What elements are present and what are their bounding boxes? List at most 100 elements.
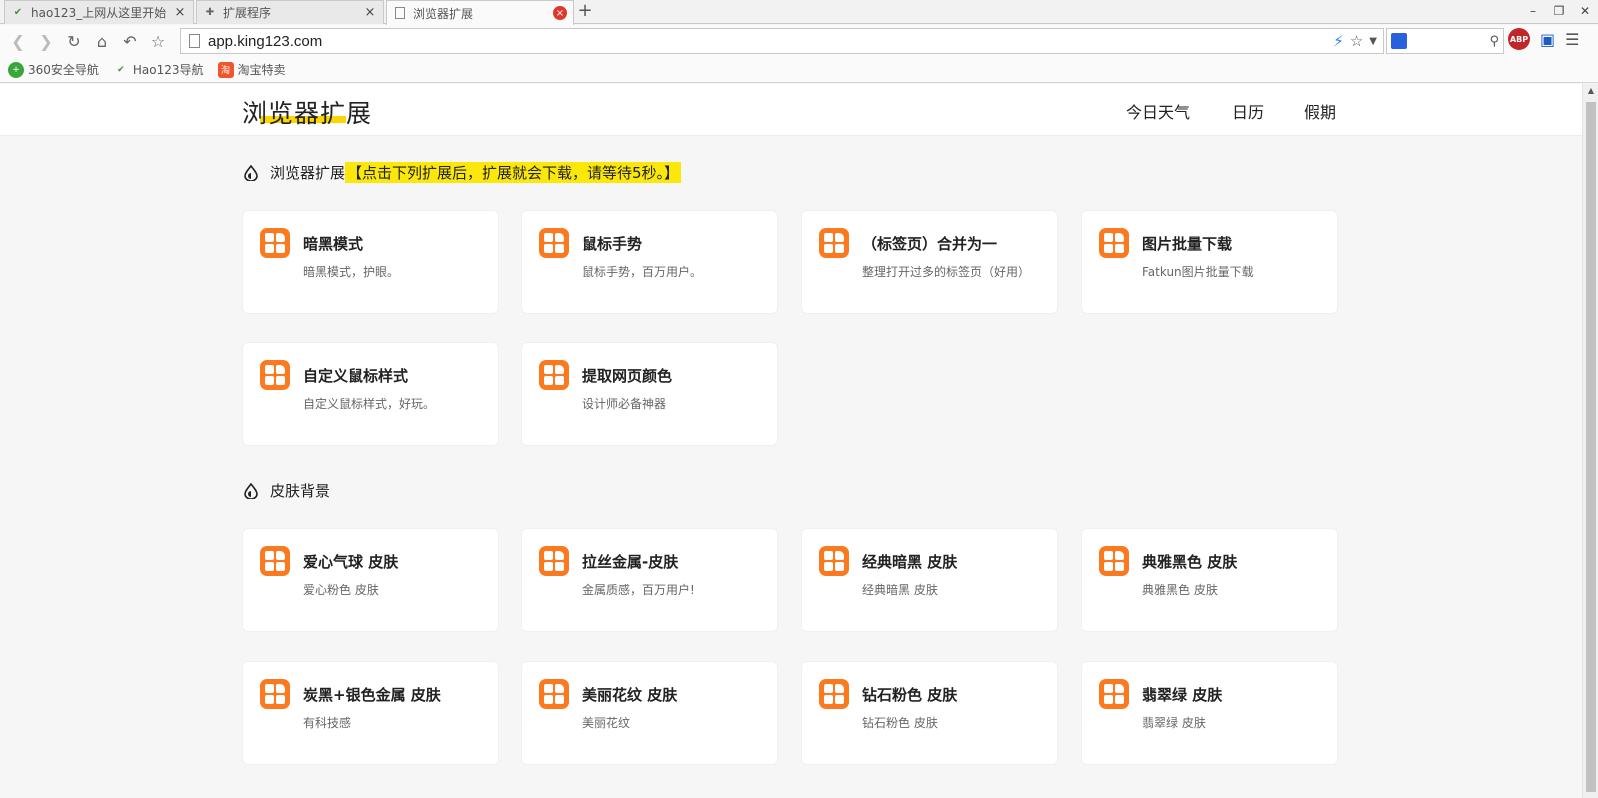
page-icon bbox=[189, 34, 200, 48]
extension-card[interactable]: 钻石粉色 皮肤 钻石粉色 皮肤 bbox=[801, 661, 1058, 765]
card-title: 图片批量下载 bbox=[1142, 235, 1233, 253]
extension-card[interactable]: 美丽花纹 皮肤美丽花纹 bbox=[521, 661, 778, 765]
card-title: 拉丝金属-皮肤 bbox=[582, 553, 679, 571]
card-title: 鼠标手势 bbox=[582, 235, 643, 253]
undo-icon[interactable]: ↶ bbox=[116, 27, 144, 55]
section-title-text: 浏览器扩展 bbox=[270, 164, 346, 182]
extension-grid-icon bbox=[539, 546, 569, 576]
extension-card[interactable]: 经典暗黑 皮肤 经典暗黑 皮肤 bbox=[801, 528, 1058, 632]
menu-icon[interactable]: ☰ bbox=[1565, 30, 1579, 49]
card-title: 炭黑+银色金属 皮肤 bbox=[303, 686, 441, 704]
card-title: 提取网页颜色 bbox=[582, 367, 673, 385]
card-description: 爱心粉色 皮肤 bbox=[303, 583, 379, 597]
card-description: Fatkun图片批量下载 bbox=[1142, 265, 1254, 279]
extension-grid-icon bbox=[539, 679, 569, 709]
extension-grid-icon bbox=[1099, 228, 1129, 258]
url-text: app.king123.com bbox=[208, 32, 323, 50]
extension-icon[interactable]: ▣ bbox=[1540, 30, 1555, 49]
bookmark-star-icon[interactable]: ☆ bbox=[144, 27, 172, 55]
card-title: 暗黑模式 bbox=[303, 235, 364, 253]
extension-card[interactable]: 典雅黑色 皮肤 典雅黑色 皮肤 bbox=[1081, 528, 1338, 632]
drop-icon bbox=[244, 482, 258, 499]
bookmark-label: Hao123导航 bbox=[132, 63, 204, 77]
search-engine-icon[interactable]: 🐾 bbox=[1391, 33, 1407, 49]
site-logo[interactable]: 浏览器扩展 bbox=[242, 94, 372, 130]
extension-card[interactable]: 提取网页颜色设计师必备神器 bbox=[521, 342, 778, 446]
card-title: 翡翠绿 皮肤 bbox=[1142, 686, 1223, 704]
scroll-up-icon[interactable]: ▲ bbox=[1583, 86, 1598, 95]
lightning-icon[interactable]: ⚡ bbox=[1333, 32, 1344, 50]
search-icon[interactable]: ⚲ bbox=[1489, 34, 1499, 49]
hao123-favicon-icon: ✔ bbox=[13, 7, 23, 18]
close-window-button[interactable]: ✕ bbox=[1572, 0, 1598, 22]
search-box[interactable]: 🐾 ⚲ bbox=[1386, 28, 1504, 54]
adblock-icon[interactable]: ABP bbox=[1508, 28, 1530, 50]
extension-card[interactable]: 图片批量下载 Fatkun图片批量下载 bbox=[1081, 210, 1338, 314]
extension-card[interactable]: 鼠标手势鼠标手势，百万用户。 bbox=[521, 210, 778, 314]
360-icon: + bbox=[8, 61, 24, 78]
minimize-button[interactable]: – bbox=[1520, 0, 1546, 22]
tab-close-icon[interactable]: × bbox=[363, 5, 377, 20]
browser-toolbar: ❮ ❯ ↻ ⌂ ↶ ☆ app.king123.com ⚡ ☆ ▼ 🐾 ⚲ AB… bbox=[0, 25, 1598, 57]
bookmark-360[interactable]: + 360安全导航 bbox=[8, 61, 99, 78]
card-description: 金属质感，百万用户! bbox=[582, 583, 695, 597]
drop-icon bbox=[244, 164, 258, 181]
forward-icon[interactable]: ❯ bbox=[32, 27, 60, 55]
section-hint: 【点击下列扩展后，扩展就会下载，请等待5秒。】 bbox=[345, 162, 682, 183]
window-controls: – ❐ ✕ bbox=[1520, 0, 1598, 22]
site-header: 浏览器扩展 今日天气 日历 假期 bbox=[0, 84, 1582, 136]
extension-grid-icon bbox=[260, 546, 290, 576]
tab-hao123[interactable]: ✔ hao123_上网从这里开始 × bbox=[4, 0, 194, 24]
nav-holidays[interactable]: 假期 bbox=[1304, 99, 1336, 123]
card-title: 钻石粉色 皮肤 bbox=[862, 686, 958, 704]
card-description: 有科技感 bbox=[303, 716, 352, 730]
card-description: 鼠标手势，百万用户。 bbox=[582, 265, 703, 279]
address-bar[interactable]: app.king123.com ⚡ ☆ ▼ bbox=[180, 28, 1384, 54]
extension-card[interactable]: 自定义鼠标样式 自定义鼠标样式，好玩。 bbox=[242, 342, 499, 446]
bookmark-taobao[interactable]: 淘 淘宝特卖 bbox=[217, 61, 286, 78]
back-icon[interactable]: ❮ bbox=[4, 27, 32, 55]
card-description: 整理打开过多的标签页（好用） bbox=[862, 265, 1031, 279]
bookmark-hao123[interactable]: ✔ Hao123导航 bbox=[113, 61, 204, 78]
bookmarks-bar: + 360安全导航 ✔ Hao123导航 淘 淘宝特卖 bbox=[0, 57, 1598, 83]
card-description: 设计师必备神器 bbox=[582, 397, 667, 411]
section-title-extensions: 浏览器扩展 【点击下列扩展后，扩展就会下载，请等待5秒。】 bbox=[244, 162, 682, 183]
tab-browser-extensions[interactable]: 浏览器扩展 × bbox=[386, 0, 574, 25]
nav-calendar[interactable]: 日历 bbox=[1232, 99, 1264, 123]
extension-card[interactable]: 拉丝金属-皮肤金属质感，百万用户! bbox=[521, 528, 778, 632]
extension-card[interactable]: 翡翠绿 皮肤 翡翠绿 皮肤 bbox=[1081, 661, 1338, 765]
page-content: 浏览器扩展 今日天气 日历 假期 浏览器扩展 【点击下列扩展后，扩展就会下载，请… bbox=[0, 84, 1582, 798]
chevron-down-icon[interactable]: ▼ bbox=[1369, 36, 1377, 47]
extension-grid-icon bbox=[819, 228, 849, 258]
taobao-icon: 淘 bbox=[217, 61, 234, 78]
page-icon bbox=[393, 6, 407, 20]
tab-title: hao123_上网从这里开始 bbox=[31, 6, 167, 20]
card-title: 美丽花纹 皮肤 bbox=[582, 686, 678, 704]
card-description: 暗黑模式，护眼。 bbox=[303, 265, 400, 279]
extension-grid-icon bbox=[260, 228, 290, 258]
tab-extensions[interactable]: ✚ 扩展程序 × bbox=[196, 0, 384, 24]
card-description: 美丽花纹 bbox=[582, 716, 631, 730]
card-description: 自定义鼠标样式，好玩。 bbox=[303, 397, 436, 411]
restore-button[interactable]: ❐ bbox=[1546, 0, 1572, 22]
favorite-star-icon[interactable]: ☆ bbox=[1350, 32, 1363, 50]
card-title: 典雅黑色 皮肤 bbox=[1142, 553, 1238, 571]
nav-weather[interactable]: 今日天气 bbox=[1126, 99, 1190, 123]
extension-card[interactable]: 暗黑模式暗黑模式，护眼。 bbox=[242, 210, 499, 314]
scrollbar[interactable]: ▲ bbox=[1582, 84, 1598, 798]
extension-card[interactable]: （标签页）合并为一整理打开过多的标签页（好用） bbox=[801, 210, 1058, 314]
tab-close-icon[interactable]: × bbox=[553, 6, 567, 20]
card-title: （标签页）合并为一 bbox=[862, 235, 998, 253]
card-description: 典雅黑色 皮肤 bbox=[1142, 583, 1218, 597]
home-icon[interactable]: ⌂ bbox=[88, 27, 116, 55]
new-tab-button[interactable]: + bbox=[576, 2, 594, 20]
extension-card[interactable]: 爱心气球 皮肤 爱心粉色 皮肤 bbox=[242, 528, 499, 632]
extension-card[interactable]: 炭黑+银色金属 皮肤有科技感 bbox=[242, 661, 499, 765]
tab-title: 浏览器扩展 bbox=[413, 6, 474, 21]
bookmark-label: 淘宝特卖 bbox=[237, 63, 286, 77]
extension-grid-icon bbox=[1099, 679, 1129, 709]
tab-close-icon[interactable]: × bbox=[173, 5, 187, 20]
reload-icon[interactable]: ↻ bbox=[60, 27, 88, 55]
section-title-skins: 皮肤背景 bbox=[244, 480, 330, 501]
scroll-thumb[interactable] bbox=[1586, 102, 1596, 792]
